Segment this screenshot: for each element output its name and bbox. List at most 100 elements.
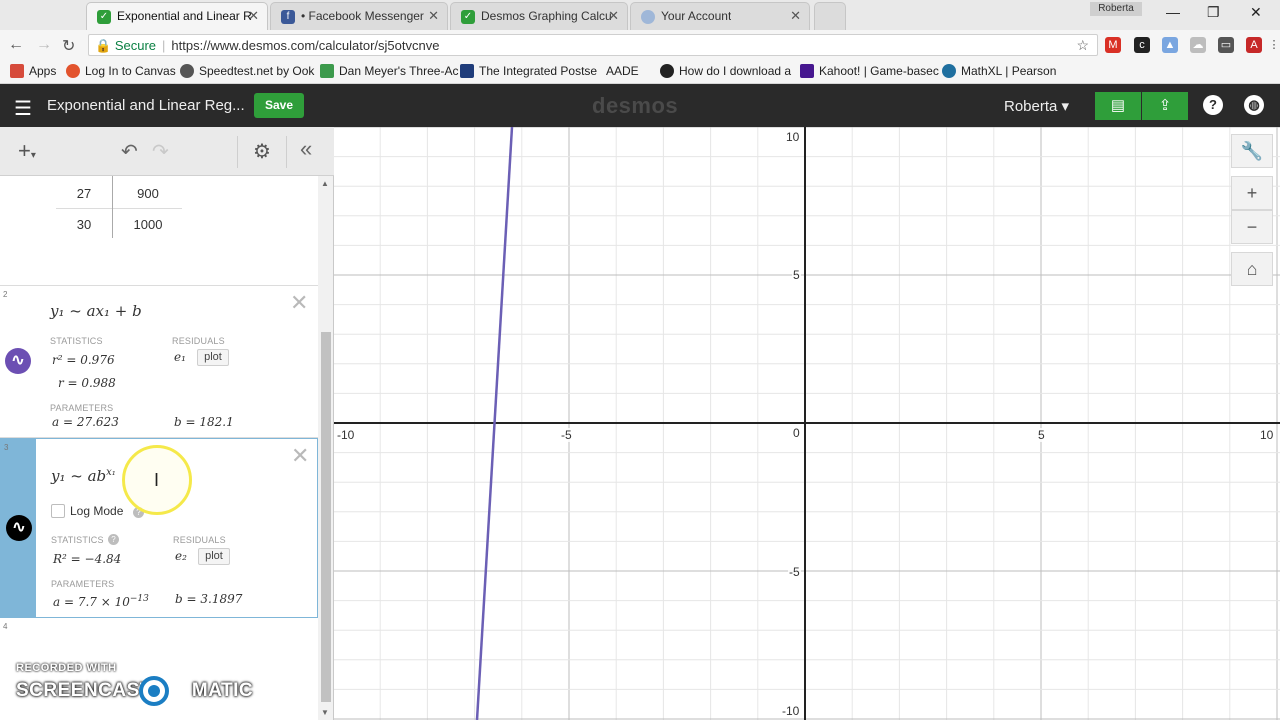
table-cell[interactable]: 30: [56, 217, 112, 232]
settings-gear-icon[interactable]: ⚙: [237, 136, 287, 168]
close-window-icon[interactable]: ✕: [1250, 4, 1262, 21]
zoom-in-button[interactable]: +: [1231, 176, 1273, 210]
reload-icon[interactable]: ↻: [62, 36, 75, 56]
home-icon[interactable]: ⌂: [1231, 252, 1273, 286]
bookmark-aade[interactable]: AADE: [606, 64, 639, 78]
expression-list-panel: +▾ ↶ ↷ ⚙ « 27 900 30 1000 2 ∿ y₁ ~ ax₁ +…: [0, 127, 334, 720]
bookmark-mathxl[interactable]: MathXL | Pearson: [942, 64, 1056, 78]
address-bar[interactable]: 🔒 Secure | https://www.desmos.com/calculat…: [88, 34, 1098, 56]
bookmark-how-download[interactable]: How do I download a: [660, 64, 791, 78]
kahoot-icon: [800, 64, 814, 78]
print-button[interactable]: ▤: [1095, 92, 1141, 120]
pdf-extension-icon[interactable]: A: [1246, 37, 1262, 53]
gmail-extension-icon[interactable]: M: [1105, 37, 1121, 53]
tab-label: Desmos Graphing Calcu: [481, 9, 612, 23]
bookmark-speedtest[interactable]: Speedtest.net by Ook: [180, 64, 314, 78]
tab-exponential-linear[interactable]: ✓ Exponential and Linear R ✕: [86, 2, 268, 30]
zoom-out-button[interactable]: −: [1231, 210, 1273, 244]
close-tab-icon[interactable]: ✕: [248, 8, 259, 24]
close-tab-icon[interactable]: ✕: [428, 8, 439, 24]
redo-icon[interactable]: ↷: [152, 139, 169, 164]
close-tab-icon[interactable]: ✕: [790, 8, 801, 24]
secure-label: Secure: [114, 38, 157, 53]
restore-icon[interactable]: ❐: [1207, 4, 1220, 21]
printer-icon: ▤: [1110, 97, 1126, 114]
extension-icon[interactable]: c: [1134, 37, 1150, 53]
messenger-favicon-icon: f: [281, 10, 295, 24]
hamburger-menu-icon[interactable]: ☰: [14, 96, 32, 121]
help-icon[interactable]: ?: [1203, 95, 1223, 115]
r-squared-value: R² = −4.84: [53, 552, 122, 566]
menu-icon[interactable]: ⋮: [1266, 37, 1280, 53]
tab-desmos-graphing[interactable]: ✓ Desmos Graphing Calcu ✕: [450, 2, 628, 30]
chevron-down-icon: ▾: [30, 150, 36, 161]
delete-expression-icon[interactable]: ✕: [290, 290, 308, 316]
minimize-icon[interactable]: —: [1166, 4, 1180, 20]
graph-paper[interactable]: -10 -5 0 5 10 10 5 -5 -10: [334, 127, 1280, 720]
pearson-icon: [942, 64, 956, 78]
x-tick-label: 5: [1037, 428, 1046, 442]
bookmark-star-icon[interactable]: ☆: [1076, 37, 1089, 54]
profile-chip[interactable]: Roberta: [1090, 2, 1142, 16]
graph-settings-wrench-icon[interactable]: 🔧: [1231, 134, 1273, 168]
regression-icon[interactable]: ∿: [5, 348, 31, 374]
language-globe-icon[interactable]: ◍: [1244, 95, 1264, 115]
user-menu[interactable]: Roberta ▾: [1004, 97, 1069, 115]
bookmark-apps[interactable]: Apps: [10, 64, 56, 78]
collapse-panel-icon[interactable]: «: [300, 136, 312, 162]
bookmark-canvas[interactable]: Log In to Canvas: [66, 64, 176, 78]
bookmark-integrated[interactable]: The Integrated Postse: [460, 64, 597, 78]
add-item-button[interactable]: +▾: [8, 137, 60, 167]
save-button[interactable]: Save: [254, 93, 304, 118]
scroll-up-icon[interactable]: ▲: [321, 179, 329, 188]
loading-favicon-icon: [641, 10, 655, 24]
lock-icon: 🔒: [95, 38, 112, 53]
close-tab-icon[interactable]: ✕: [608, 8, 619, 24]
undo-icon[interactable]: ↶: [121, 139, 138, 164]
expression-index: 2: [3, 290, 8, 299]
origin-label: 0: [792, 426, 801, 440]
forward-arrow-icon[interactable]: →: [36, 36, 52, 54]
bookmarks-bar: Apps Log In to Canvas Speedtest.net by O…: [0, 60, 1280, 84]
desmos-favicon-icon: ✓: [97, 10, 111, 24]
plot-residuals-button[interactable]: plot: [198, 548, 230, 565]
plot-residuals-button[interactable]: plot: [197, 349, 229, 366]
new-tab-button[interactable]: [814, 2, 846, 30]
share-button[interactable]: ⇪: [1142, 92, 1188, 120]
tab-your-account[interactable]: Your Account ✕: [630, 2, 810, 30]
share-icon: ⇪: [1158, 97, 1172, 114]
scroll-thumb[interactable]: [321, 332, 331, 702]
expression-scrollbar[interactable]: ▲ ▼: [318, 176, 333, 720]
tab-label: Your Account: [661, 9, 732, 23]
scroll-down-icon[interactable]: ▼: [321, 708, 329, 717]
tab-facebook-messenger[interactable]: f • Facebook Messenger ✕: [270, 2, 448, 30]
regression-formula[interactable]: y₁ ~ ax₁ + b: [50, 302, 142, 320]
log-mode-label: Log Mode: [70, 504, 124, 518]
expression-linear-regression[interactable]: 2 ∿ y₁ ~ ax₁ + b ✕ STATISTICS RESIDUALS …: [0, 286, 318, 438]
delete-expression-icon[interactable]: ✕: [291, 443, 309, 469]
tab-label: Exponential and Linear R: [117, 9, 252, 23]
cast-icon[interactable]: ▭: [1218, 37, 1234, 53]
log-mode-checkbox[interactable]: [51, 504, 65, 518]
x-tick-label: -10: [336, 428, 356, 442]
help-icon[interactable]: ?: [108, 534, 119, 545]
x-tick-label: 10: [1259, 428, 1275, 442]
table-cell[interactable]: 27: [56, 186, 112, 201]
cloud-extension-icon[interactable]: ☁: [1190, 37, 1206, 53]
statistics-label: STATISTICS: [50, 336, 103, 346]
text-cursor-icon: I: [154, 470, 160, 490]
browser-navbar: ← → ↻ 🔒 Secure | https://www.desmos.com/ca…: [0, 30, 1280, 60]
desmos-logo: desmos: [592, 93, 679, 118]
bookmark-dan-meyer[interactable]: Dan Meyer's Three-Ac: [320, 64, 458, 78]
table-cell[interactable]: 900: [120, 186, 176, 201]
parameter-b: b = 182.1: [174, 415, 234, 429]
table-cell[interactable]: 1000: [120, 217, 176, 232]
extension-icon[interactable]: ▲: [1162, 37, 1178, 53]
y-tick-label: -5: [788, 565, 801, 579]
bookmark-kahoot[interactable]: Kahoot! | Game-basec: [800, 64, 939, 78]
back-arrow-icon[interactable]: ←: [8, 36, 24, 54]
graph-title[interactable]: Exponential and Linear Reg...: [47, 97, 245, 114]
regression-icon[interactable]: ∿: [6, 515, 32, 541]
graph-canvas[interactable]: [334, 127, 1280, 720]
regression-formula[interactable]: y₁ ~ abx₁: [51, 467, 116, 485]
